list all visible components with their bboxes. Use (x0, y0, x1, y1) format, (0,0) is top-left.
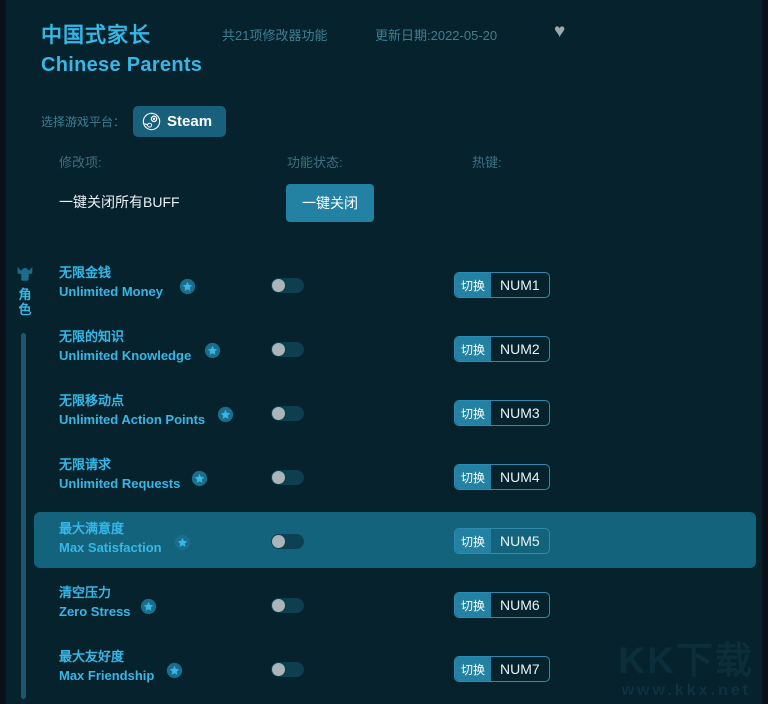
hotkey-key-label: NUM2 (500, 341, 540, 357)
cheat-name-cn: 最大满意度 (59, 521, 125, 536)
platform-label: 选择游戏平台： (41, 115, 126, 129)
cheat-toggle[interactable] (271, 534, 304, 549)
cheat-name-cn: 最大友好度 (59, 649, 125, 664)
window-right-edge (762, 0, 768, 704)
hotkey-action-label: 切换 (455, 337, 492, 361)
cheat-name-group: 无限请求 Unlimited Requests (59, 456, 180, 494)
column-header-item: 修改项: (59, 155, 102, 170)
cheat-name-en: Max Friendship (59, 667, 155, 683)
cheat-row[interactable]: 最大满意度 Max Satisfaction 切换 NUM5 (34, 512, 756, 568)
cheat-name-group: 无限移动点 Unlimited Action Points (59, 392, 205, 430)
hotkey-key-label: NUM5 (500, 533, 540, 549)
cheat-name-group: 最大满意度 Max Satisfaction (59, 520, 162, 558)
hotkey-button[interactable]: 切换 NUM6 (454, 592, 550, 618)
cheat-name-cn: 无限的知识 (59, 329, 125, 344)
cheat-name-group: 最大友好度 Max Friendship (59, 648, 154, 686)
hotkey-button[interactable]: 切换 NUM5 (454, 528, 550, 554)
cheat-toggle[interactable] (271, 406, 304, 421)
sidebar-rail[interactable] (21, 333, 26, 699)
cheat-name-en: Unlimited Action Points (59, 411, 206, 427)
hotkey-button[interactable]: 切换 NUM1 (454, 272, 550, 298)
window-left-edge (0, 0, 6, 704)
cheat-name-cn: 无限移动点 (59, 393, 125, 408)
hotkey-action-label: 切换 (455, 593, 492, 617)
cheat-name-en: Unlimited Requests (59, 475, 181, 491)
master-disable-row: 一键关闭所有BUFF 一键关闭 (0, 182, 768, 222)
hotkey-action-label: 切换 (455, 657, 492, 681)
cheat-list: 无限金钱 Unlimited Money 切换 NUM1 无限的知识 Unlimited … (34, 256, 762, 704)
column-headers: 修改项: 功能状态: 热键: (0, 152, 768, 174)
hotkey-key-label: NUM1 (500, 277, 540, 293)
hotkey-key-label: NUM4 (500, 469, 540, 485)
cheat-toggle-knob (272, 279, 285, 292)
cheat-row[interactable]: 无限移动点 Unlimited Action Points 切换 NUM3 (34, 384, 756, 440)
hotkey-button[interactable]: 切换 NUM2 (454, 336, 550, 362)
game-title-cn: 中国式家长 (41, 24, 151, 47)
platform-button-steam[interactable]: Steam (133, 106, 227, 137)
cheat-name-group: 无限金钱 Unlimited Money (59, 264, 163, 302)
hotkey-key-label: NUM3 (500, 405, 540, 421)
hotkey-button[interactable]: 切换 NUM4 (454, 464, 550, 490)
cheat-name-group: 清空压力 Zero Stress (59, 584, 131, 622)
cheat-toggle[interactable] (271, 598, 304, 613)
cheat-toggle-knob (272, 599, 285, 612)
cheat-toggle[interactable] (271, 342, 304, 357)
hotkey-action-label: 切换 (455, 273, 492, 297)
star-icon[interactable] (140, 598, 157, 615)
cheat-toggle-knob (272, 663, 285, 676)
cheat-name-en: Unlimited Money (59, 283, 164, 299)
cheat-row[interactable]: 最大友好度 Max Friendship 切换 NUM7 (34, 640, 756, 696)
sidebar-item-character-label: 角色 (18, 287, 32, 317)
cheat-toggle[interactable] (271, 278, 304, 293)
hotkey-action-label: 切换 (455, 401, 492, 425)
cheat-toggle-knob (272, 407, 285, 420)
star-icon[interactable] (191, 470, 208, 487)
cheat-name-en: Max Satisfaction (59, 539, 162, 555)
update-date-label: 更新日期:2022-05-20 (375, 28, 498, 43)
cheat-toggle[interactable] (271, 470, 304, 485)
game-title-en: Chinese Parents (41, 54, 203, 76)
app-window: 中国式家长 Chinese Parents 共21项修改器功能 更新日期:202… (0, 0, 768, 704)
cheat-row[interactable]: 无限请求 Unlimited Requests 切换 NUM4 (34, 448, 756, 504)
hotkey-action-label: 切换 (455, 529, 492, 553)
cheat-name-cn: 清空压力 (59, 585, 112, 600)
header: 中国式家长 Chinese Parents 共21项修改器功能 更新日期:202… (0, 0, 768, 92)
cheat-toggle-knob (272, 535, 285, 548)
cheat-toggle-knob (272, 471, 285, 484)
cheat-row[interactable]: 无限金钱 Unlimited Money 切换 NUM1 (34, 256, 756, 312)
column-header-status: 功能状态: (287, 155, 343, 170)
hotkey-button[interactable]: 切换 NUM3 (454, 400, 550, 426)
master-disable-button[interactable]: 一键关闭 (286, 184, 374, 222)
hotkey-key-label: NUM7 (500, 661, 540, 677)
cheat-toggle-knob (272, 343, 285, 356)
hotkey-key-label: NUM6 (500, 597, 540, 613)
cheat-toggle[interactable] (271, 662, 304, 677)
cheat-name-en: Zero Stress (59, 603, 131, 619)
cheat-row[interactable]: 清空压力 Zero Stress 切换 NUM6 (34, 576, 756, 632)
hotkey-button[interactable]: 切换 NUM7 (454, 656, 550, 682)
heart-icon[interactable]: ♥ (554, 22, 565, 41)
star-icon[interactable] (179, 278, 196, 295)
cheat-name-cn: 无限请求 (59, 457, 112, 472)
cheat-row[interactable]: 无限的知识 Unlimited Knowledge 切换 NUM2 (34, 320, 756, 376)
steam-icon (142, 112, 161, 131)
cheat-name-cn: 无限金钱 (59, 265, 112, 280)
platform-selector: 选择游戏平台： Steam (41, 106, 227, 137)
cheat-name-group: 无限的知识 Unlimited Knowledge (59, 328, 191, 366)
cheat-name-en: Unlimited Knowledge (59, 347, 192, 363)
star-icon[interactable] (174, 534, 191, 551)
master-disable-label: 一键关闭所有BUFF (59, 194, 180, 210)
platform-button-label: Steam (167, 113, 213, 130)
hotkey-action-label: 切换 (455, 465, 492, 489)
star-icon[interactable] (166, 662, 183, 679)
character-icon (17, 266, 33, 281)
star-icon[interactable] (217, 406, 234, 423)
feature-count-label: 共21项修改器功能 (222, 28, 328, 43)
star-icon[interactable] (204, 342, 221, 359)
column-header-hotkey: 热键: (472, 155, 502, 170)
